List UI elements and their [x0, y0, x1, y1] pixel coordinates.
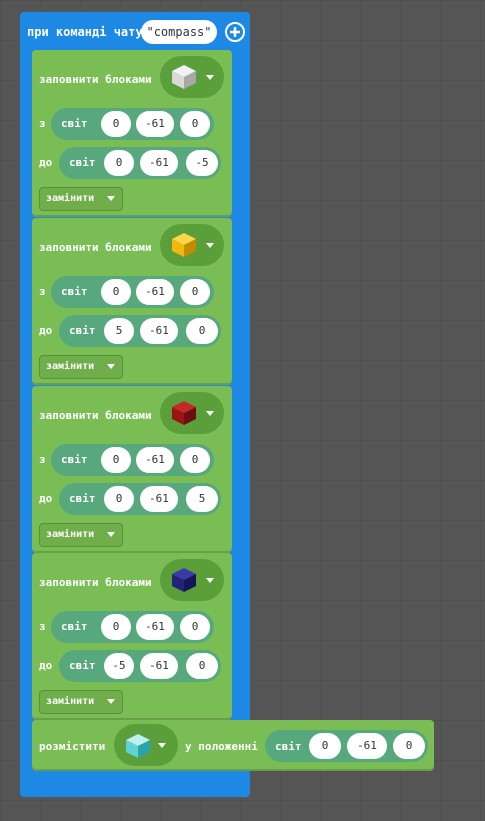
- world-label: світ: [61, 285, 88, 298]
- x-coordinate-input[interactable]: -5: [104, 653, 134, 679]
- chevron-down-icon: [206, 411, 214, 416]
- y-coordinate-input[interactable]: -61: [136, 447, 174, 473]
- z-coordinate-input[interactable]: 0: [180, 447, 210, 473]
- event-label: при команді чату: [27, 25, 143, 39]
- y-coordinate-input[interactable]: -61: [140, 318, 178, 344]
- fill-mode-label: замінити: [46, 696, 95, 707]
- chevron-down-icon: [107, 364, 115, 369]
- y-coordinate-input[interactable]: -61: [140, 486, 178, 512]
- fill-label: заповнити блоками: [39, 409, 152, 422]
- add-parameter-icon[interactable]: [225, 22, 245, 42]
- from-label: з: [39, 285, 46, 298]
- world-label: світ: [61, 620, 88, 633]
- world-label: світ: [69, 324, 96, 337]
- white-cube-icon: [172, 65, 196, 89]
- place-label: розмістити: [39, 740, 106, 753]
- command-value: compass: [153, 25, 205, 39]
- to-label: до: [39, 324, 53, 337]
- y-coordinate-input[interactable]: -61: [140, 653, 178, 679]
- to-label: до: [39, 492, 53, 505]
- world-label: світ: [61, 453, 88, 466]
- world-label: світ: [275, 740, 302, 753]
- fill-label: заповнити блоками: [39, 73, 152, 86]
- diamond-cube-icon: [126, 734, 150, 758]
- red-cube-icon: [172, 401, 196, 425]
- fill-label: заповнити блоками: [39, 241, 152, 254]
- world-label: світ: [61, 117, 88, 130]
- to-label: до: [39, 156, 53, 169]
- z-coordinate-input[interactable]: 0: [180, 279, 210, 305]
- z-coordinate-input[interactable]: 0: [186, 653, 218, 679]
- at-position-label: у положенні: [185, 740, 258, 753]
- from-label: з: [39, 620, 46, 633]
- fill-mode-label: замінити: [46, 361, 95, 372]
- y-coordinate-input[interactable]: -61: [136, 614, 174, 640]
- chevron-down-icon: [206, 243, 214, 248]
- fill-label: заповнити блоками: [39, 576, 152, 589]
- from-label: з: [39, 117, 46, 130]
- chevron-down-icon: [158, 743, 166, 748]
- y-coordinate-input[interactable]: -61: [347, 733, 387, 759]
- fill-mode-label: замінити: [46, 193, 95, 204]
- y-coordinate-input[interactable]: -61: [136, 279, 174, 305]
- chevron-down-icon: [206, 578, 214, 583]
- world-label: світ: [69, 659, 96, 672]
- fill-mode-label: замінити: [46, 529, 95, 540]
- x-coordinate-input[interactable]: 0: [104, 150, 134, 176]
- x-coordinate-input[interactable]: 0: [104, 486, 134, 512]
- world-label: світ: [69, 156, 96, 169]
- chevron-down-icon: [107, 699, 115, 704]
- chevron-down-icon: [107, 196, 115, 201]
- to-label: до: [39, 659, 53, 672]
- x-coordinate-input[interactable]: 0: [309, 733, 341, 759]
- from-label: з: [39, 453, 46, 466]
- z-coordinate-input[interactable]: 0: [180, 111, 210, 137]
- world-label: світ: [69, 492, 96, 505]
- chevron-down-icon: [107, 532, 115, 537]
- z-coordinate-input[interactable]: 5: [186, 486, 218, 512]
- x-coordinate-input[interactable]: 0: [101, 111, 131, 137]
- z-coordinate-input[interactable]: -5: [186, 150, 218, 176]
- y-coordinate-input[interactable]: -61: [140, 150, 178, 176]
- chevron-down-icon: [206, 75, 214, 80]
- z-coordinate-input[interactable]: 0: [393, 733, 425, 759]
- x-coordinate-input[interactable]: 0: [101, 279, 131, 305]
- gold-cube-icon: [172, 233, 196, 257]
- y-coordinate-input[interactable]: -61: [136, 111, 174, 137]
- command-string-input[interactable]: "compass": [141, 20, 217, 44]
- x-coordinate-input[interactable]: 5: [104, 318, 134, 344]
- z-coordinate-input[interactable]: 0: [186, 318, 218, 344]
- x-coordinate-input[interactable]: 0: [101, 447, 131, 473]
- x-coordinate-input[interactable]: 0: [101, 614, 131, 640]
- blue-cube-icon: [172, 568, 196, 592]
- z-coordinate-input[interactable]: 0: [180, 614, 210, 640]
